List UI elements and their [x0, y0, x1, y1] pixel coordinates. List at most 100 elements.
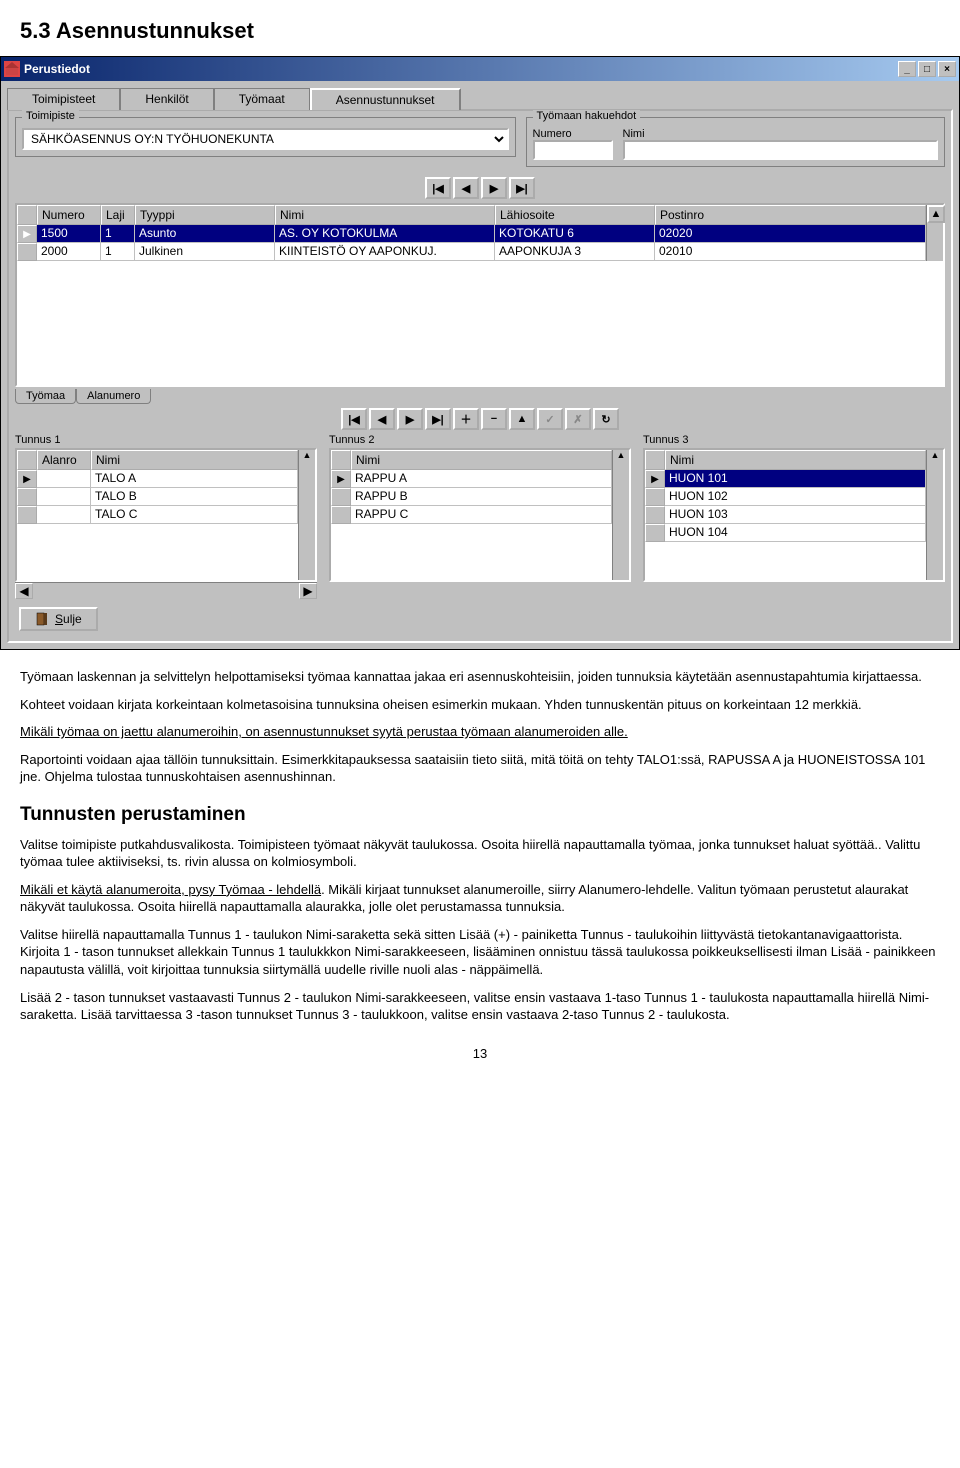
- col-postinro[interactable]: Postinro: [655, 205, 926, 225]
- window-title: Perustiedot: [24, 62, 90, 76]
- col-nimi[interactable]: Nimi: [275, 205, 495, 225]
- list-item[interactable]: HUON 104: [645, 524, 926, 542]
- nav2-next[interactable]: ▶: [397, 408, 423, 430]
- door-icon: [35, 612, 49, 626]
- table-row[interactable]: ▶ 1500 1 Asunto AS. OY KOTOKULMA KOTOKAT…: [17, 225, 926, 243]
- doc-paragraph: Valitse hiirellä napauttamalla Tunnus 1 …: [20, 926, 940, 979]
- maximize-button[interactable]: □: [918, 61, 936, 77]
- col-numero[interactable]: Numero: [37, 205, 101, 225]
- row-indicator-icon: ▶: [17, 225, 37, 243]
- row-indicator-icon: ▶: [645, 470, 665, 488]
- tunnus1-grid: Alanro Nimi ▶ TALO A TALO B: [15, 448, 317, 582]
- list-item[interactable]: HUON 103: [645, 506, 926, 524]
- nav2-last[interactable]: ▶|: [425, 408, 451, 430]
- scroll-left-icon[interactable]: ◀: [15, 583, 33, 599]
- grid-vscroll[interactable]: ▲: [926, 205, 943, 261]
- nimi-label: Nimi: [623, 128, 938, 140]
- t3-vscroll[interactable]: ▲: [926, 450, 943, 580]
- t1-hscroll[interactable]: ◀ ▶: [15, 582, 317, 599]
- doc-paragraph: Raportointi voidaan ajaa tällöin tunnuks…: [20, 751, 940, 786]
- scroll-up-icon[interactable]: ▲: [927, 450, 943, 460]
- close-window-button[interactable]: ×: [938, 61, 956, 77]
- list-item[interactable]: TALO B: [17, 488, 298, 506]
- nav2-ok[interactable]: ✓: [537, 408, 563, 430]
- subtab-tyomaa[interactable]: Työmaa: [15, 389, 76, 404]
- doc-paragraph: Mikäli et käytä alanumeroita, pysy Työma…: [20, 881, 940, 916]
- section-heading: 5.3 Asennustunnukset: [20, 18, 940, 44]
- t2-col-nimi[interactable]: Nimi: [351, 450, 612, 470]
- list-item[interactable]: RAPPU C: [331, 506, 612, 524]
- tab-tyomaat[interactable]: Työmaat: [214, 88, 310, 110]
- tab-asennustunnukset[interactable]: Asennustunnukset: [310, 88, 461, 110]
- nav-prev[interactable]: ◀: [453, 177, 479, 199]
- main-tabs: Toimipisteet Henkilöt Työmaat Asennustun…: [7, 87, 953, 109]
- scroll-up-icon[interactable]: ▲: [299, 450, 315, 460]
- grid-navigator: |◀ ◀ ▶ ▶|: [15, 173, 945, 203]
- tunnus3-grid: Nimi ▶ HUON 101 HUON 102 HUON 103: [643, 448, 945, 582]
- grid-corner: [17, 205, 37, 225]
- list-item[interactable]: ▶ HUON 101: [645, 470, 926, 488]
- tunnus3-label: Tunnus 3: [643, 434, 945, 446]
- list-item[interactable]: ▶ RAPPU A: [331, 470, 612, 488]
- hakuehdot-label: Työmaan hakuehdot: [533, 110, 641, 122]
- doc-paragraph: Kohteet voidaan kirjata korkeintaan kolm…: [20, 696, 940, 714]
- tunnus1-label: Tunnus 1: [15, 434, 317, 446]
- t3-col-nimi[interactable]: Nimi: [665, 450, 926, 470]
- nav-next[interactable]: ▶: [481, 177, 507, 199]
- nimi-input[interactable]: [623, 140, 938, 160]
- scroll-up-icon[interactable]: ▲: [613, 450, 629, 460]
- hakuehdot-group: Työmaan hakuehdot Numero Nimi: [526, 117, 945, 167]
- tunnus-navigator: |◀ ◀ ▶ ▶| ＋ − ▲ ✓ ✗ ↻: [15, 404, 945, 434]
- list-item[interactable]: TALO C: [17, 506, 298, 524]
- tab-panel: Toimipiste SÄHKÖASENNUS OY:N TYÖHUONEKUN…: [7, 109, 953, 643]
- tyomaa-grid: Numero Laji Tyyppi Nimi Lähiosoite Posti…: [15, 203, 945, 387]
- doc-paragraph: Mikäli työmaa on jaettu alanumeroihin, o…: [20, 723, 940, 741]
- page-number: 13: [20, 1046, 940, 1061]
- col-lahiosoite[interactable]: Lähiosoite: [495, 205, 655, 225]
- nav2-prev[interactable]: ◀: [369, 408, 395, 430]
- t1-col-nimi[interactable]: Nimi: [91, 450, 298, 470]
- minimize-button[interactable]: _: [898, 61, 916, 77]
- t1-vscroll[interactable]: ▲: [298, 450, 315, 580]
- sub-tabs: Työmaa Alanumero: [15, 389, 945, 404]
- tunnus2-label: Tunnus 2: [329, 434, 631, 446]
- subtab-alanumero[interactable]: Alanumero: [76, 389, 151, 404]
- toimipiste-dropdown[interactable]: SÄHKÖASENNUS OY:N TYÖHUONEKUNTA: [22, 128, 509, 150]
- app-icon: [4, 61, 20, 77]
- grid-body: ▶ 1500 1 Asunto AS. OY KOTOKULMA KOTOKAT…: [17, 225, 926, 261]
- subheading: Tunnusten perustaminen: [20, 804, 940, 826]
- col-tyyppi[interactable]: Tyyppi: [135, 205, 275, 225]
- doc-paragraph: Työmaan laskennan ja selvittelyn helpott…: [20, 668, 940, 686]
- doc-paragraph: Valitse toimipiste putkahdusvalikosta. T…: [20, 836, 940, 871]
- list-item[interactable]: RAPPU B: [331, 488, 612, 506]
- nav2-cancel[interactable]: ✗: [565, 408, 591, 430]
- nav2-first[interactable]: |◀: [341, 408, 367, 430]
- nav2-add[interactable]: ＋: [453, 408, 479, 430]
- toimipiste-label: Toimipiste: [22, 110, 79, 122]
- numero-input[interactable]: [533, 140, 613, 160]
- t1-col-alanro[interactable]: Alanro: [37, 450, 91, 470]
- nav-first[interactable]: |◀: [425, 177, 451, 199]
- row-indicator-icon: ▶: [17, 470, 37, 488]
- list-item[interactable]: ▶ TALO A: [17, 470, 298, 488]
- col-laji[interactable]: Laji: [101, 205, 135, 225]
- perustiedot-window: Perustiedot _ □ × Toimipisteet Henkilöt …: [0, 56, 960, 650]
- toimipiste-group: Toimipiste SÄHKÖASENNUS OY:N TYÖHUONEKUN…: [15, 117, 516, 157]
- row-indicator-icon: [17, 243, 37, 261]
- list-item[interactable]: HUON 102: [645, 488, 926, 506]
- numero-label: Numero: [533, 128, 613, 140]
- t2-vscroll[interactable]: ▲: [612, 450, 629, 580]
- tunnus2-grid: Nimi ▶ RAPPU A RAPPU B RAPPU C: [329, 448, 631, 582]
- close-label: Sulje: [55, 612, 82, 626]
- nav2-delete[interactable]: −: [481, 408, 507, 430]
- close-button[interactable]: Sulje: [19, 607, 98, 631]
- nav2-refresh[interactable]: ↻: [593, 408, 619, 430]
- tab-toimipisteet[interactable]: Toimipisteet: [7, 88, 120, 110]
- nav2-edit[interactable]: ▲: [509, 408, 535, 430]
- scroll-right-icon[interactable]: ▶: [299, 583, 317, 599]
- scroll-up-icon[interactable]: ▲: [927, 205, 945, 223]
- title-bar: Perustiedot _ □ ×: [1, 57, 959, 81]
- tab-henkilot[interactable]: Henkilöt: [120, 88, 213, 110]
- nav-last[interactable]: ▶|: [509, 177, 535, 199]
- table-row[interactable]: 2000 1 Julkinen KIINTEISTÖ OY AAPONKUJ. …: [17, 243, 926, 261]
